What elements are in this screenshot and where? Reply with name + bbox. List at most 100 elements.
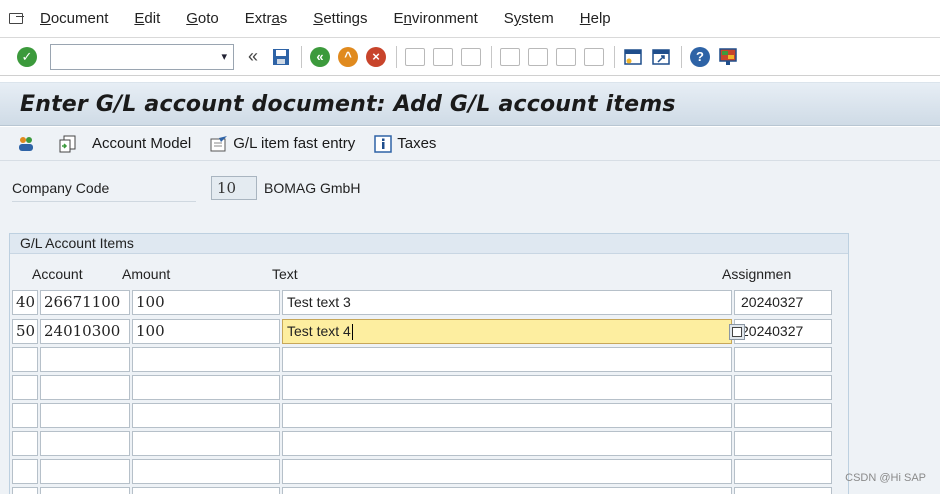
fast-entry-icon: [209, 134, 229, 154]
exit-button[interactable]: ^: [335, 44, 361, 70]
exit-icon: ^: [338, 46, 358, 67]
account-cell[interactable]: [40, 459, 130, 484]
menu-document[interactable]: Document: [40, 10, 108, 27]
menu-settings[interactable]: Settings: [313, 10, 367, 27]
account-cell[interactable]: [40, 347, 130, 372]
gl-fast-entry-label: G/L item fast entry: [233, 135, 356, 152]
previous-page-button[interactable]: [525, 44, 551, 70]
enter-button[interactable]: ✓: [14, 44, 40, 70]
print-button[interactable]: [402, 44, 428, 70]
amount-cell[interactable]: [132, 487, 280, 494]
back-button[interactable]: «: [307, 44, 333, 70]
command-field[interactable]: ▾: [50, 43, 234, 70]
company-code-label: Company Code: [12, 180, 196, 202]
amount-cell[interactable]: [132, 375, 280, 400]
assignment-cell[interactable]: 20240327: [734, 290, 832, 315]
account-cell[interactable]: [40, 375, 130, 400]
menu-environment[interactable]: Environment: [394, 10, 478, 27]
save-button[interactable]: [268, 44, 294, 70]
standard-toolbar: ✓ ▾ « « ^ × ?: [0, 38, 940, 76]
watermark: CSDN @Hi SAP: [845, 472, 926, 484]
cancel-button[interactable]: ×: [363, 44, 389, 70]
posting-key-cell[interactable]: 40: [12, 290, 38, 315]
account-model-button[interactable]: Account Model: [58, 134, 191, 154]
company-code-field[interactable]: 10: [211, 176, 257, 200]
amount-cell[interactable]: 100: [132, 319, 280, 344]
company-name: BOMAG GmbH: [264, 180, 361, 196]
menu-extras[interactable]: Extras: [245, 10, 288, 27]
last-page-icon: [584, 47, 604, 66]
assignment-cell[interactable]: [734, 459, 832, 484]
text-cell[interactable]: Test text 3: [282, 290, 732, 315]
find-next-icon: [461, 47, 481, 66]
assignment-cell[interactable]: [734, 403, 832, 428]
amount-cell[interactable]: 100: [132, 290, 280, 315]
last-page-button[interactable]: [581, 44, 607, 70]
amount-cell[interactable]: [132, 347, 280, 372]
account-cell[interactable]: 26671100: [40, 290, 130, 315]
back-icon: «: [310, 46, 330, 67]
cancel-icon: ×: [366, 46, 386, 67]
help-button[interactable]: ?: [687, 44, 713, 70]
posting-key-cell[interactable]: [12, 487, 38, 494]
save-icon: [273, 48, 289, 65]
posting-key-cell[interactable]: [12, 347, 38, 372]
find-next-button[interactable]: [458, 44, 484, 70]
title-bar: Enter G/L account document: Add G/L acco…: [0, 82, 940, 126]
assignment-cell[interactable]: [734, 431, 832, 456]
history-button[interactable]: «: [240, 44, 266, 70]
menu-help[interactable]: Help: [580, 10, 611, 27]
account-cell[interactable]: [40, 487, 130, 494]
help-icon: ?: [690, 46, 710, 67]
copy-icon[interactable]: [729, 324, 745, 340]
text-cell[interactable]: [282, 459, 732, 484]
taxes-button[interactable]: Taxes: [373, 134, 436, 154]
first-page-button[interactable]: [497, 44, 523, 70]
account-cell[interactable]: [40, 403, 130, 428]
new-session-icon: [624, 48, 642, 65]
users-icon: [16, 134, 36, 154]
amount-cell[interactable]: [132, 403, 280, 428]
customize-layout-button[interactable]: [715, 44, 741, 70]
text-cell[interactable]: [282, 487, 732, 494]
group-title: G/L Account Items: [10, 234, 848, 254]
text-cell[interactable]: [282, 403, 732, 428]
column-header-assignment: Assignmen: [722, 266, 792, 282]
find-button[interactable]: [430, 44, 456, 70]
account-model-label: Account Model: [92, 135, 192, 152]
amount-cell[interactable]: [132, 459, 280, 484]
create-shortcut-button[interactable]: [648, 44, 674, 70]
assignment-cell[interactable]: [734, 347, 832, 372]
window-menu-icon[interactable]: [8, 11, 30, 27]
text-cell-value: Test text 4: [287, 323, 351, 339]
text-cell[interactable]: [282, 375, 732, 400]
text-cell-focused[interactable]: Test text 4: [282, 319, 732, 344]
posting-key-cell[interactable]: [12, 431, 38, 456]
amount-cell[interactable]: [132, 431, 280, 456]
assignment-cell[interactable]: [734, 375, 832, 400]
assignment-cell[interactable]: [734, 487, 832, 494]
monitor-icon: [719, 47, 737, 65]
posting-key-cell[interactable]: 50: [12, 319, 38, 344]
copy-document-icon: [58, 134, 78, 154]
account-cell[interactable]: [40, 431, 130, 456]
account-cell[interactable]: 24010300: [40, 319, 130, 344]
assignment-cell[interactable]: 20240327: [729, 319, 832, 344]
posting-key-cell[interactable]: [12, 459, 38, 484]
menu-goto[interactable]: Goto: [186, 10, 219, 27]
application-toolbar: Account Model G/L item fast entry Taxes: [0, 127, 940, 161]
new-session-button[interactable]: [620, 44, 646, 70]
column-header-amount: Amount: [122, 266, 171, 282]
text-cell[interactable]: [282, 431, 732, 456]
posting-key-cell[interactable]: [12, 375, 38, 400]
menu-system[interactable]: System: [504, 10, 554, 27]
menu-bar: Document Edit Goto Extras Settings Envir…: [0, 0, 940, 38]
next-page-button[interactable]: [553, 44, 579, 70]
gl-fast-entry-button[interactable]: G/L item fast entry: [209, 134, 355, 154]
text-cursor: [351, 324, 353, 341]
menu-edit[interactable]: Edit: [134, 10, 160, 27]
posting-key-cell[interactable]: [12, 403, 38, 428]
park-button[interactable]: [16, 134, 40, 154]
text-cell[interactable]: [282, 347, 732, 372]
dropdown-icon[interactable]: ▾: [221, 50, 227, 63]
